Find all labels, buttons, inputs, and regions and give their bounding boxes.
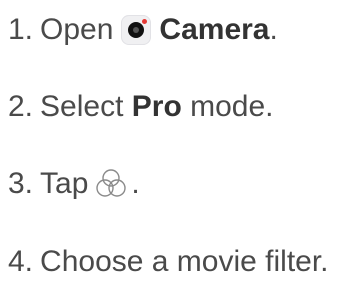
camera-app-icon <box>121 15 152 45</box>
step-2: 2. Select Pro mode. <box>8 89 274 125</box>
step-text: Open <box>40 13 114 46</box>
step-text-end: . <box>269 13 278 46</box>
pro-mode-label: Pro <box>131 90 182 123</box>
step-number: 2. <box>8 90 34 123</box>
filter-icon <box>96 169 127 197</box>
camera-app-name: Camera <box>159 13 270 46</box>
step-number: 1. <box>8 13 34 46</box>
step-number: 4. <box>8 245 34 278</box>
step-text-end: . <box>131 167 140 200</box>
step-1: 1. Open Camera . <box>8 12 278 48</box>
step-text: Choose a movie filter. <box>40 245 329 278</box>
step-3: 3. Tap . <box>8 166 140 202</box>
step-4: 4. Choose a movie filter. <box>8 244 329 280</box>
step-text-end: mode. <box>190 90 274 123</box>
step-number: 3. <box>8 167 34 200</box>
step-text: Tap <box>40 167 89 200</box>
step-text: Select <box>40 90 124 123</box>
